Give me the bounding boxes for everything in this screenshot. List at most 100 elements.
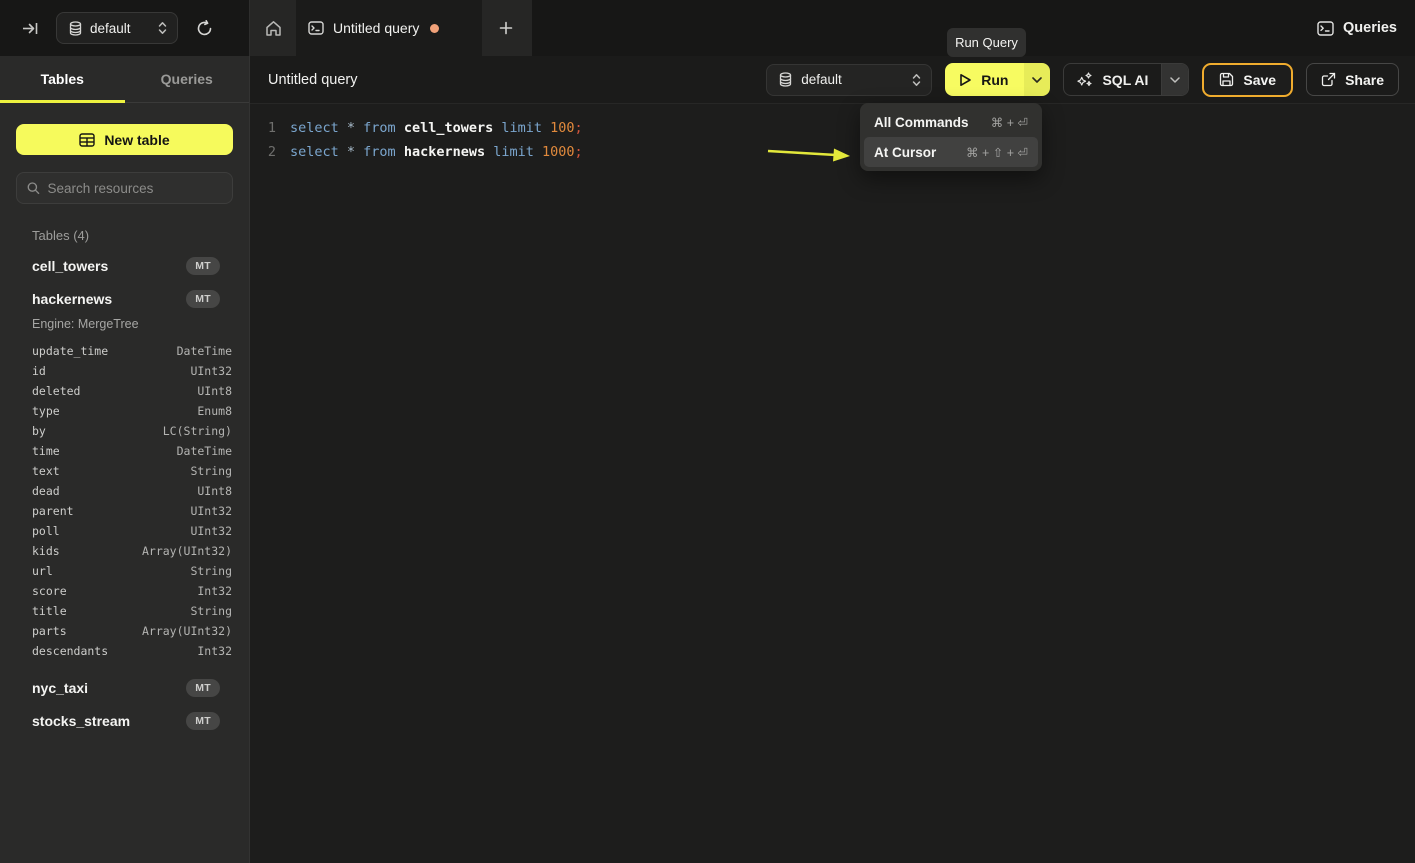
sidebar-collapse-button[interactable] xyxy=(14,12,46,44)
table-item-hackernews[interactable]: hackernewsMT xyxy=(0,282,249,315)
column-item-descendants[interactable]: descendantsInt32 xyxy=(0,641,249,661)
table-name: nyc_taxi xyxy=(32,680,88,696)
sql-editor[interactable]: 1select * from cell_towers limit 100;2se… xyxy=(250,104,1415,863)
tables-list: cell_towersMThackernewsMTEngine: MergeTr… xyxy=(0,249,249,737)
table-item-stocks_stream[interactable]: stocks_stream MT xyxy=(0,704,249,737)
sparkles-icon xyxy=(1077,72,1093,88)
column-item-update_time[interactable]: update_time DateTime xyxy=(0,341,249,361)
column-item-type[interactable]: typeEnum8 xyxy=(0,401,249,421)
column-type: DateTime xyxy=(177,344,232,358)
column-item-parent[interactable]: parentUInt32 xyxy=(0,501,249,521)
column-item-deleted[interactable]: deletedUInt8 xyxy=(0,381,249,401)
column-name: by xyxy=(32,424,46,438)
home-button[interactable] xyxy=(250,0,296,56)
column-name: update_time xyxy=(32,344,108,358)
column-type: DateTime xyxy=(177,444,232,458)
column-type: UInt32 xyxy=(190,504,232,518)
sql-ai-split-button: SQL AI xyxy=(1063,63,1189,96)
table-engine-label: Engine: MergeTree xyxy=(0,315,249,339)
sql-ai-button[interactable]: SQL AI xyxy=(1064,64,1161,95)
refresh-button[interactable] xyxy=(188,12,220,44)
run-button[interactable]: Run xyxy=(945,63,1024,96)
column-name: url xyxy=(32,564,53,578)
new-table-button[interactable]: New table xyxy=(16,124,233,155)
column-type: String xyxy=(190,564,232,578)
token-num: 100 xyxy=(550,120,574,136)
code-line: 2select * from hackernews limit 1000; xyxy=(250,140,1415,164)
token-kw: from xyxy=(363,120,404,136)
sql-ai-options-button[interactable] xyxy=(1161,64,1188,95)
column-type: UInt32 xyxy=(190,364,232,378)
column-type: UInt8 xyxy=(197,384,232,398)
sidebar-tabs: Tables Queries xyxy=(0,56,249,103)
menu-item-all-commands[interactable]: All Commands⌘ + ⏎ xyxy=(864,107,1038,137)
token-kw: limit xyxy=(501,120,550,136)
column-item-text[interactable]: text String xyxy=(0,461,249,481)
sql-ai-label: SQL AI xyxy=(1102,72,1148,88)
table-item-nyc_taxi[interactable]: nyc_taxiMT xyxy=(0,671,249,704)
code-text: select * from hackernews limit 1000; xyxy=(276,144,583,160)
column-item-id[interactable]: id UInt32 xyxy=(0,361,249,381)
tab-untitled-query[interactable]: Untitled query xyxy=(296,0,482,56)
column-name: descendants xyxy=(32,644,108,658)
engine-badge: MT xyxy=(186,712,220,730)
sidebar-tab-queries[interactable]: Queries xyxy=(125,56,250,102)
table-columns: update_timeDateTimeidUInt32deletedUInt8t… xyxy=(0,339,249,671)
table-item-cell_towers[interactable]: cell_towers MT xyxy=(0,249,249,282)
save-icon xyxy=(1219,72,1234,87)
new-tab-button[interactable] xyxy=(482,0,530,56)
search-input[interactable] xyxy=(48,181,222,196)
table-name: stocks_stream xyxy=(32,713,130,729)
column-name: text xyxy=(32,464,60,478)
queries-button[interactable]: Queries xyxy=(1317,20,1397,36)
play-icon xyxy=(959,73,972,87)
column-item-by[interactable]: byLC(String) xyxy=(0,421,249,441)
topbar-database-selector[interactable]: default xyxy=(56,12,178,44)
run-options-button[interactable] xyxy=(1024,63,1050,96)
column-item-kids[interactable]: kidsArray(UInt32) xyxy=(0,541,249,561)
sidebar-tab-tables[interactable]: Tables xyxy=(0,56,125,102)
home-icon xyxy=(265,20,282,37)
menu-item-shortcut: ⌘ + ⇧ + ⏎ xyxy=(966,145,1028,160)
column-name: id xyxy=(32,364,46,378)
token-table: hackernews xyxy=(404,144,493,160)
column-type: Array(UInt32) xyxy=(142,624,232,638)
column-name: time xyxy=(32,444,60,458)
sql-console-app: default Untitled query Querie xyxy=(0,0,1415,863)
run-query-tooltip: Run Query xyxy=(947,28,1026,57)
column-item-poll[interactable]: pollUInt32 xyxy=(0,521,249,541)
column-name: poll xyxy=(32,524,60,538)
table-name: cell_towers xyxy=(32,258,108,274)
search-box[interactable] xyxy=(16,172,233,204)
run-split-button: Run xyxy=(945,63,1050,96)
column-type: String xyxy=(190,464,232,478)
plus-icon xyxy=(499,21,513,35)
column-item-score[interactable]: scoreInt32 xyxy=(0,581,249,601)
engine-badge: MT xyxy=(186,290,220,308)
database-icon xyxy=(779,72,792,87)
column-type: UInt8 xyxy=(197,484,232,498)
column-item-title[interactable]: titleString xyxy=(0,601,249,621)
menu-item-at-cursor[interactable]: At Cursor ⌘ + ⇧ + ⏎ xyxy=(864,137,1038,167)
column-item-url[interactable]: url String xyxy=(0,561,249,581)
column-type: Int32 xyxy=(197,584,232,598)
collapse-sidebar-icon xyxy=(22,21,39,36)
column-item-time[interactable]: time DateTime xyxy=(0,441,249,461)
column-item-parts[interactable]: partsArray(UInt32) xyxy=(0,621,249,641)
tab-strip: Untitled query xyxy=(250,0,532,56)
toolbar-database-selector[interactable]: default xyxy=(766,64,932,96)
database-selector-value: default xyxy=(90,21,150,36)
top-bar: default Untitled query Querie xyxy=(0,0,1415,56)
toolbar-actions: default Run SQL AI xyxy=(766,63,1399,97)
share-icon xyxy=(1321,72,1336,87)
topbar-right-section: Queries xyxy=(1317,0,1397,56)
column-item-dead[interactable]: deadUInt8 xyxy=(0,481,249,501)
engine-badge: MT xyxy=(186,257,220,275)
query-title: Untitled query xyxy=(268,72,357,88)
menu-item-label: At Cursor xyxy=(874,145,936,160)
code-line: 1select * from cell_towers limit 100; xyxy=(250,116,1415,140)
queries-button-label: Queries xyxy=(1343,20,1397,36)
share-button[interactable]: Share xyxy=(1306,63,1399,96)
save-button[interactable]: Save xyxy=(1202,63,1293,97)
run-button-label: Run xyxy=(981,72,1008,88)
